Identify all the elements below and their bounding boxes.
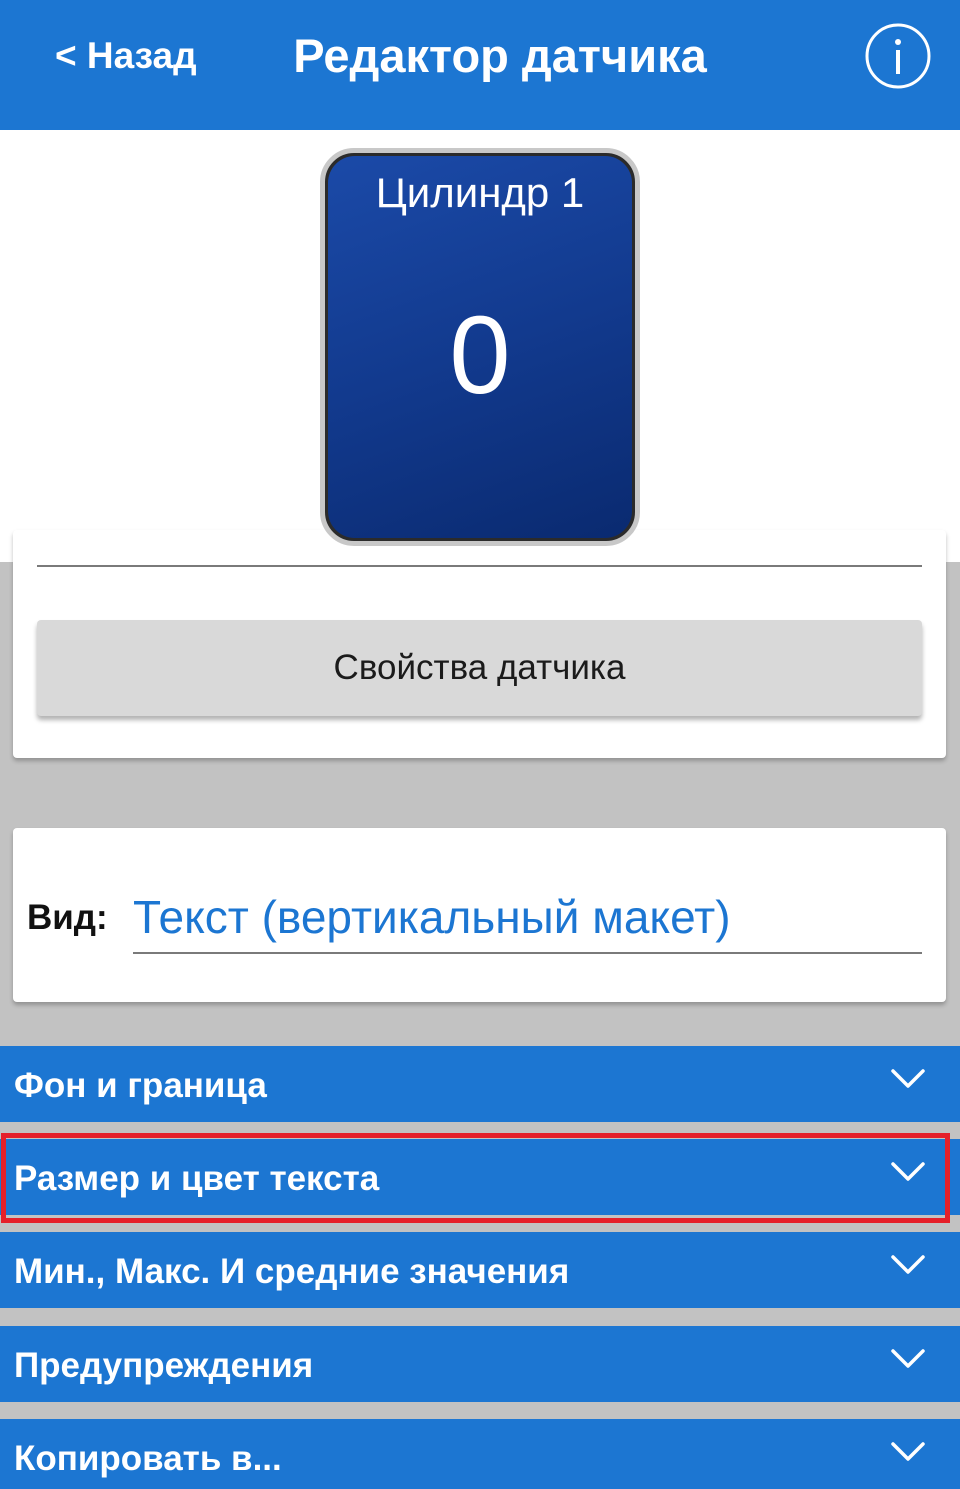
section-warnings[interactable]: Предупреждения xyxy=(0,1326,960,1402)
info-icon[interactable] xyxy=(864,22,932,90)
sensor-tile-face: Цилиндр 1 0 xyxy=(328,156,632,538)
chevron-down-icon xyxy=(891,1069,925,1088)
section-label: Копировать в... xyxy=(14,1439,282,1478)
sensor-value: 0 xyxy=(449,294,511,417)
section-label: Фон и граница xyxy=(14,1066,267,1105)
section-copy-to[interactable]: Копировать в... xyxy=(0,1419,960,1489)
section-label: Размер и цвет текста xyxy=(14,1159,380,1198)
sensor-tile[interactable]: Цилиндр 1 0 xyxy=(320,148,640,546)
sensor-name: Цилиндр 1 xyxy=(375,169,585,216)
chevron-down-icon xyxy=(891,1255,925,1274)
back-button[interactable]: < Назад xyxy=(55,34,197,78)
section-text-size-color[interactable]: Размер и цвет текста xyxy=(0,1139,960,1215)
view-select[interactable]: Текст (вертикальный макет) xyxy=(133,886,922,954)
page-title: Редактор датчика xyxy=(293,29,707,82)
section-background-border[interactable]: Фон и граница xyxy=(0,1046,960,1122)
chevron-down-icon xyxy=(891,1349,925,1368)
view-label: Вид: xyxy=(27,898,108,937)
chevron-down-icon xyxy=(891,1162,925,1181)
sensor-settings-card: Свойства датчика xyxy=(13,530,946,758)
section-min-max-avg[interactable]: Мин., Макс. И средние значения xyxy=(0,1232,960,1308)
divider-line xyxy=(37,565,922,567)
section-label: Предупреждения xyxy=(14,1346,314,1385)
section-label: Мин., Макс. И средние значения xyxy=(14,1252,570,1291)
app-header: < Назад Редактор датчика xyxy=(0,0,960,130)
view-card: Вид: Текст (вертикальный макет) xyxy=(13,828,946,1002)
chevron-down-icon xyxy=(891,1442,925,1461)
sensor-properties-button[interactable]: Свойства датчика xyxy=(37,620,922,716)
